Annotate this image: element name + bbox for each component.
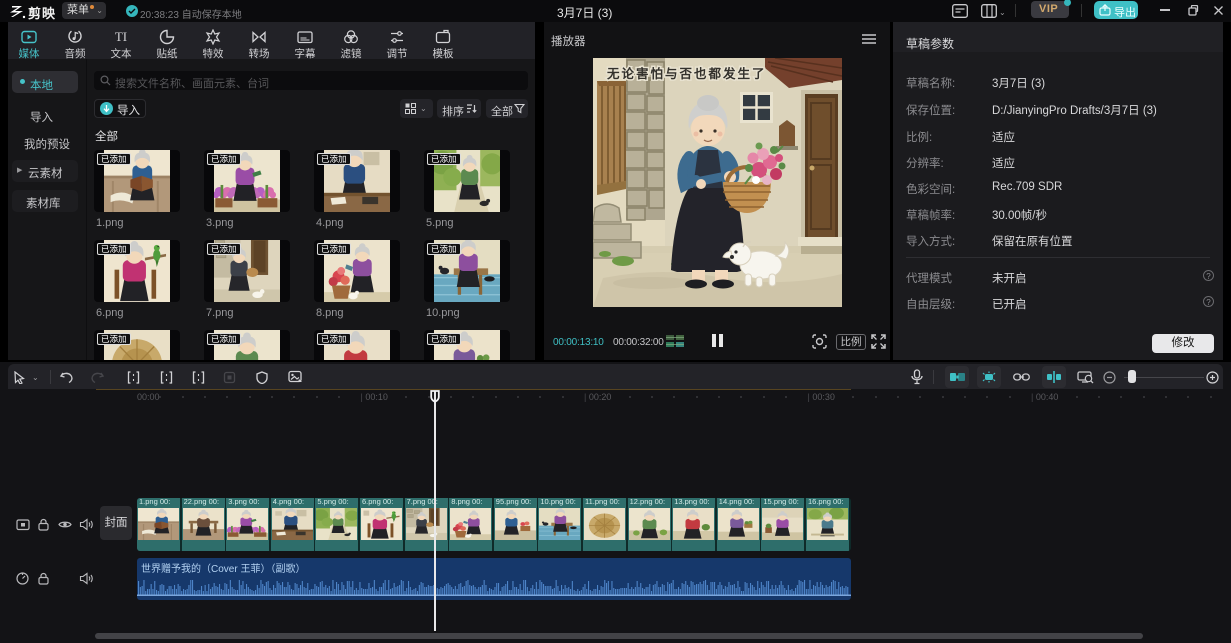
svg-text:TI: TI [115, 29, 127, 44]
svg-text:无论害怕与否也都发生了: 无论害怕与否也都发生了 [606, 66, 767, 81]
